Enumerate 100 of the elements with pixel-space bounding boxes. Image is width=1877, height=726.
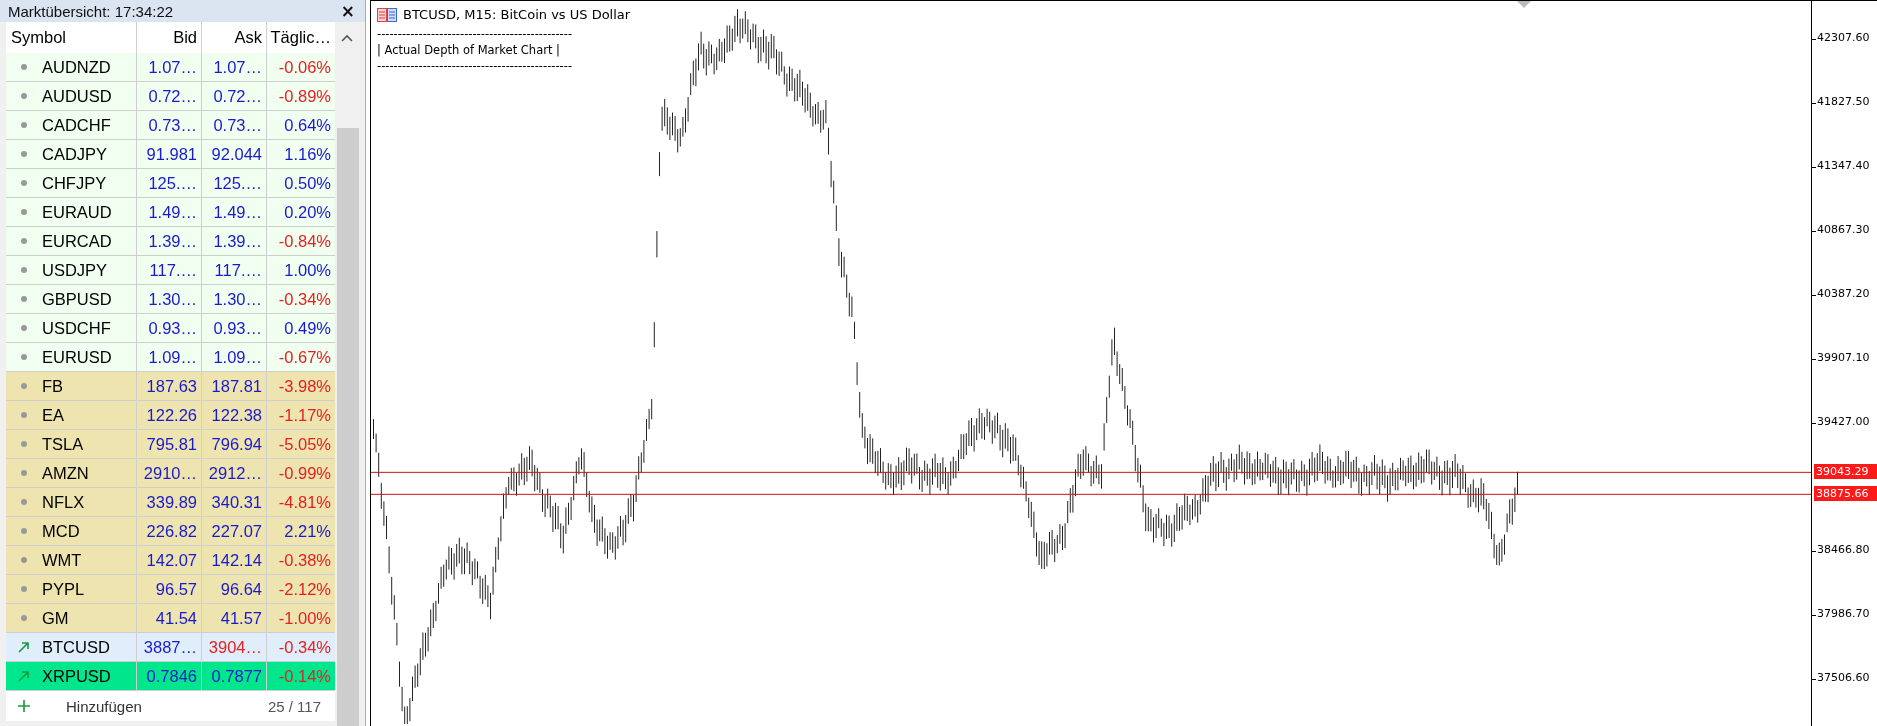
dot-icon <box>21 354 27 360</box>
dot-icon <box>21 325 27 331</box>
dot-icon <box>21 64 27 70</box>
table-cell: 92.044 <box>202 140 267 168</box>
table-cell: 796.94 <box>202 430 267 458</box>
table-cell: 0.72… <box>202 82 267 110</box>
table-cell: 142.07 <box>137 546 202 574</box>
dot-icon <box>21 93 27 99</box>
dot-icon <box>21 180 27 186</box>
table-row[interactable]: GBPUSD 1.30… 1.30… -0.34% <box>6 285 335 314</box>
close-button[interactable]: × <box>336 1 359 21</box>
dot-icon <box>21 412 27 418</box>
arrow-icon <box>18 670 30 682</box>
symbol-text: EURAUD <box>42 202 112 222</box>
table-cell: 1.49… <box>137 198 202 226</box>
table-row[interactable]: BTCUSD 3887… 3904… -0.34% <box>6 633 335 662</box>
table-cell: 1.07… <box>202 53 267 81</box>
table-row[interactable]: CADJPY 91.981 92.044 1.16% <box>6 140 335 169</box>
table-cell: 187.81 <box>202 372 267 400</box>
shift-marker-icon[interactable] <box>1517 1 1531 8</box>
price-axis-label: 41347.40 <box>1812 159 1870 172</box>
symbol-count: 25 / 117 <box>267 696 322 717</box>
symbol-text: EURCAD <box>42 231 112 251</box>
table-cell: 142.14 <box>202 546 267 574</box>
table-row[interactable]: PYPL 96.57 96.64 -2.12% <box>6 575 335 604</box>
table-cell: 117.… <box>137 256 202 284</box>
plus-icon[interactable] <box>18 700 30 712</box>
table-cell-text: -0.38% <box>277 549 332 571</box>
table-cell-text: 1.00% <box>283 259 332 281</box>
table-row[interactable]: EURAUD 1.49… 1.49… 0.20% <box>6 198 335 227</box>
table-cell-text: -3.98% <box>277 375 332 397</box>
scroll-thumb[interactable] <box>337 128 359 726</box>
table-row[interactable]: CADCHF 0.73… 0.73… 0.64% <box>6 111 335 140</box>
table-cell: 96.57 <box>137 575 202 603</box>
table-cell: 125.… <box>202 169 267 197</box>
table-cell: 1.09… <box>137 343 202 371</box>
table-row[interactable]: AUDNZD 1.07… 1.07… -0.06% <box>6 53 335 82</box>
price-label: 39043.29 <box>1814 464 1877 479</box>
symbol-text: TSLA <box>42 434 84 454</box>
arrow-icon <box>18 641 30 653</box>
table-row[interactable]: EA 122.26 122.38 -1.17% <box>6 401 335 430</box>
column-header[interactable]: Täglic… <box>267 22 335 53</box>
table-row[interactable]: AMZN 2910… 2912… -0.99% <box>6 459 335 488</box>
symbol-text: BTCUSD <box>42 637 110 657</box>
table-row[interactable]: AUDUSD 0.72… 0.72… -0.89% <box>6 82 335 111</box>
table-cell: 0.73… <box>202 111 267 139</box>
table-cell-text: 0.64% <box>283 114 332 136</box>
table-cell-text: -0.89% <box>277 85 332 107</box>
table-cell: 0.7846 <box>137 662 202 690</box>
table-row[interactable]: MCD 226.82 227.07 2.21% <box>6 517 335 546</box>
table-row[interactable]: WMT 142.07 142.14 -0.38% <box>6 546 335 575</box>
table-cell: 41.57 <box>202 604 267 632</box>
table-cell: 795.81 <box>137 430 202 458</box>
symbol-text: GM <box>42 608 69 628</box>
dot-icon <box>21 267 27 273</box>
table-cell-text: 2.21% <box>283 520 332 542</box>
table-cell: 41.54 <box>137 604 202 632</box>
table-row[interactable]: GM 41.54 41.57 -1.00% <box>6 604 335 633</box>
table-cell: 3904… <box>202 633 267 661</box>
price-axis-label: 41827.50 <box>1812 95 1870 108</box>
table-row[interactable]: USDCHF 0.93… 0.93… 0.49% <box>6 314 335 343</box>
table-cell: 340.31 <box>202 488 267 516</box>
table-row[interactable]: FB 187.63 187.81 -3.98% <box>6 372 335 401</box>
dot-icon <box>21 499 27 505</box>
symbol-text: MCD <box>42 521 80 541</box>
table-cell: 0.73… <box>137 111 202 139</box>
table-row[interactable]: XRPUSD 0.7846 0.7877 -0.14% <box>6 662 335 691</box>
table-cell: 1.30… <box>137 285 202 313</box>
table-cell: 122.26 <box>137 401 202 429</box>
table-cell: 1.39… <box>202 227 267 255</box>
table-cell: 187.63 <box>137 372 202 400</box>
price-axis-label: 39907.10 <box>1812 351 1870 364</box>
table-cell: 96.64 <box>202 575 267 603</box>
symbol-text: XRPUSD <box>42 666 111 686</box>
symbol-text: NFLX <box>42 492 85 512</box>
scroll-up-icon[interactable] <box>341 34 353 42</box>
table-cell: 1.09… <box>202 343 267 371</box>
price-axis-label: 37506.60 <box>1812 671 1870 684</box>
table-row[interactable]: EURUSD 1.09… 1.09… -0.67% <box>6 343 335 372</box>
table-cell-text: -4.81% <box>277 491 332 513</box>
table-cell: 0.93… <box>202 314 267 342</box>
dot-icon <box>21 122 27 128</box>
table-cell-text: 0.50% <box>283 172 332 194</box>
symbol-text: AMZN <box>42 463 89 483</box>
price-axis-label: 38466.80 <box>1812 543 1870 556</box>
table-cell: 1.39… <box>137 227 202 255</box>
table-cell-text: -0.34% <box>277 288 332 310</box>
table-row[interactable]: CHFJPY 125.… 125.… 0.50% <box>6 169 335 198</box>
table-row[interactable]: TSLA 795.81 796.94 -5.05% <box>6 430 335 459</box>
table-cell: 1.07… <box>137 53 202 81</box>
table-cell-text: 0.49% <box>283 317 332 339</box>
table-row[interactable]: EURCAD 1.39… 1.39… -0.84% <box>6 227 335 256</box>
table-cell-text: -1.17% <box>277 404 332 426</box>
table-row[interactable]: NFLX 339.89 340.31 -4.81% <box>6 488 335 517</box>
table-row[interactable]: USDJPY 117.… 117.… 1.00% <box>6 256 335 285</box>
symbol-text: PYPL <box>42 579 85 599</box>
symbol-text: FB <box>42 376 64 396</box>
table-cell-text: -0.84% <box>277 230 332 252</box>
add-symbol-link[interactable]: Hinzufügen <box>66 697 142 715</box>
table-cell-text: 0.20% <box>283 201 332 223</box>
